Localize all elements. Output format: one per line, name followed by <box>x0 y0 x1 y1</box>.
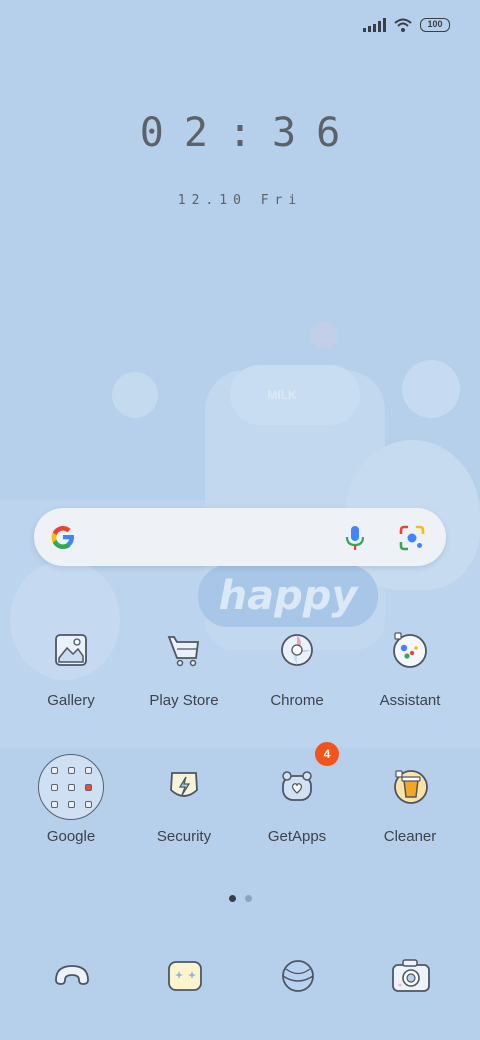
page-dot[interactable] <box>244 895 252 902</box>
page-indicator <box>0 895 480 902</box>
page-dot-active[interactable] <box>228 895 236 902</box>
app-label: Cleaner <box>383 828 437 845</box>
getapps-icon <box>277 766 317 806</box>
wallpaper-bottle-cap <box>230 365 360 425</box>
wallpaper-flower-left <box>112 372 158 418</box>
clock-date[interactable]: 12.10 Fri <box>0 193 480 208</box>
wallpaper-happy-label: happy <box>198 565 378 627</box>
app-label: Gallery <box>47 692 95 709</box>
google-g-icon <box>51 526 74 549</box>
dock-browser[interactable] <box>276 954 320 998</box>
app-label: Play Store <box>149 692 219 709</box>
app-play-store[interactable]: Play Store <box>128 630 240 709</box>
assistant-icon <box>390 630 430 670</box>
lens-camera-icon[interactable] <box>398 524 426 552</box>
google-search-bar[interactable] <box>34 508 446 566</box>
wifi-icon <box>394 18 412 32</box>
browser-icon <box>282 960 314 992</box>
chrome-icon <box>277 630 317 670</box>
wallpaper-bottle-text: MILK <box>267 388 297 402</box>
phone-icon <box>55 965 89 985</box>
wallpaper-heart <box>310 322 338 348</box>
folder-icon <box>38 754 104 820</box>
messages-icon <box>168 961 202 991</box>
app-gallery[interactable]: Gallery <box>15 630 127 709</box>
app-label: Google <box>46 828 96 845</box>
signal-icon <box>363 18 386 32</box>
dock-camera[interactable] <box>389 954 433 998</box>
clock-time[interactable]: 02:36 <box>0 110 480 156</box>
cleaner-icon <box>390 766 430 806</box>
app-chrome[interactable]: Chrome <box>241 630 353 709</box>
camera-icon <box>392 959 430 992</box>
app-label: Chrome <box>270 692 324 709</box>
security-icon <box>164 766 204 806</box>
microphone-icon[interactable] <box>342 524 368 552</box>
app-label: Assistant <box>379 692 441 709</box>
dock-phone[interactable] <box>50 954 94 998</box>
dock-messages[interactable] <box>163 954 207 998</box>
wallpaper-flower-right <box>402 360 460 418</box>
app-label: Security <box>156 828 212 845</box>
app-cleaner[interactable]: Cleaner <box>354 766 466 845</box>
status-bar: 100 <box>363 18 450 32</box>
notification-badge: 4 <box>315 742 339 766</box>
folder-google[interactable]: Google <box>15 754 127 845</box>
gallery-icon <box>51 630 91 670</box>
app-getapps[interactable]: 4 GetApps <box>241 742 353 845</box>
app-label: GetApps <box>267 828 327 845</box>
app-assistant[interactable]: Assistant <box>354 630 466 709</box>
battery-icon: 100 <box>420 18 450 32</box>
app-security[interactable]: Security <box>128 766 240 845</box>
play-store-icon <box>164 630 204 670</box>
